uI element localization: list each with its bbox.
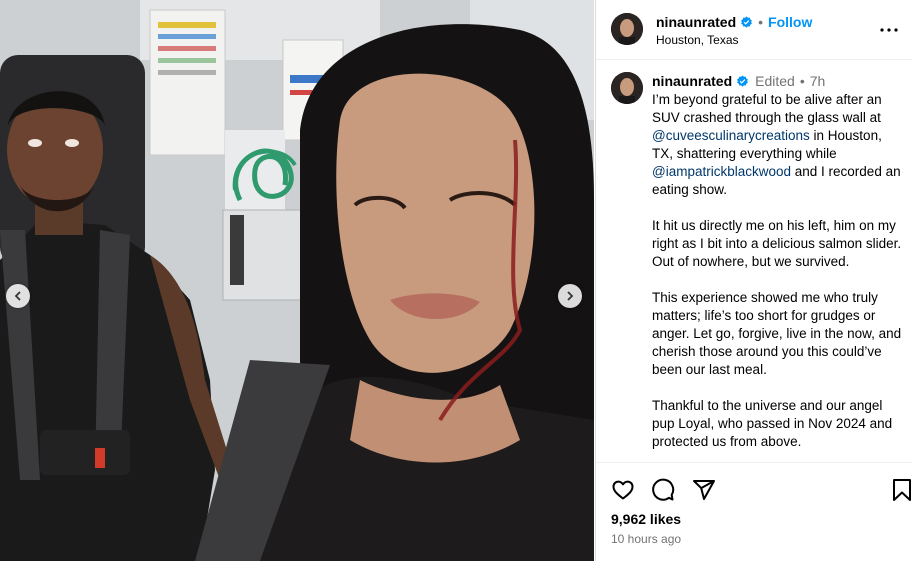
caption-paragraph: I’m beyond grateful to be alive after an… <box>652 91 904 199</box>
like-button[interactable] <box>610 477 636 503</box>
mention-link[interactable]: @iampatrickblackwood <box>652 164 791 179</box>
caption-section: ninaunrated Edited • 7h I’m beyond grate… <box>596 61 912 461</box>
caption-text-fragment: I’m beyond grateful to be alive after an… <box>652 92 882 125</box>
post-author: ninaunrated • Follow <box>656 14 812 30</box>
verified-badge-icon <box>740 16 753 29</box>
avatar-image <box>611 13 643 45</box>
chevron-left-icon <box>14 291 21 301</box>
post-header: ninaunrated • Follow Houston, Texas <box>596 0 912 60</box>
more-options-button[interactable] <box>877 18 901 42</box>
verified-badge-icon <box>736 75 749 88</box>
post-photo[interactable] <box>0 0 594 561</box>
separator-dot: • <box>758 14 764 30</box>
previous-photo-button[interactable] <box>6 284 30 308</box>
caption-avatar[interactable] <box>611 72 643 104</box>
caption-paragraph: It hit us directly me on his left, him o… <box>652 218 902 269</box>
heart-icon <box>612 480 634 500</box>
share-button[interactable] <box>691 477 717 503</box>
follow-button[interactable]: Follow <box>768 14 812 30</box>
avatar-image <box>611 72 643 104</box>
separator-dot: • <box>799 73 805 89</box>
photo-illustration <box>0 0 594 561</box>
post-actions: 9,962 likes 10 hours ago <box>596 462 912 561</box>
save-button[interactable] <box>889 477 912 503</box>
more-options-icon <box>880 28 898 32</box>
likes-count[interactable]: 9,962 likes <box>611 511 681 527</box>
caption-age[interactable]: 7h <box>810 73 826 89</box>
post-location[interactable]: Houston, Texas <box>656 33 739 47</box>
mention-link[interactable]: @cuveesculinarycreations <box>652 128 810 143</box>
author-username[interactable]: ninaunrated <box>656 14 736 30</box>
caption-paragraph: This experience showed me who truly matt… <box>652 290 902 377</box>
next-photo-button[interactable] <box>558 284 582 308</box>
caption-header: ninaunrated Edited • 7h <box>652 73 825 89</box>
chevron-right-icon <box>567 291 574 301</box>
send-icon <box>693 480 715 500</box>
comment-button[interactable] <box>650 477 676 503</box>
avatar[interactable] <box>611 13 643 45</box>
post-sidebar: ninaunrated • Follow Houston, Texas nina… <box>595 0 912 561</box>
post-timestamp[interactable]: 10 hours ago <box>611 532 681 546</box>
caption-paragraph: Thankful to the universe and our angel p… <box>652 398 893 449</box>
comment-icon <box>652 478 675 501</box>
edited-label: Edited <box>755 73 795 89</box>
bookmark-icon <box>893 479 911 501</box>
caption-text: I’m beyond grateful to be alive after an… <box>652 91 904 461</box>
caption-username[interactable]: ninaunrated <box>652 73 732 89</box>
